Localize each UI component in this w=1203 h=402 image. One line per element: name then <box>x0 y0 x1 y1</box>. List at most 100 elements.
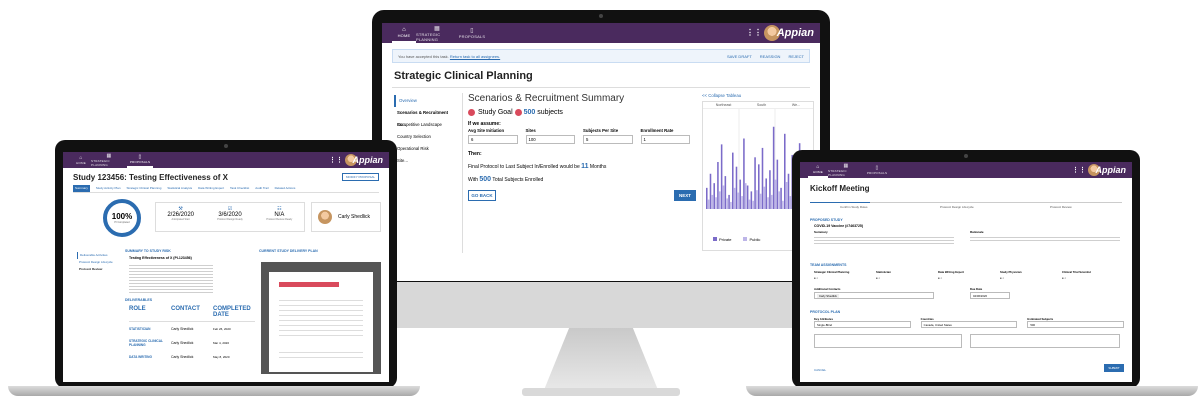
assumption-fields: Avg Site Initiation 6 Sites 100 Subjects P… <box>468 128 690 144</box>
nav-tab-home[interactable]: ⌂ HOME <box>71 152 91 168</box>
chart-bar[interactable] <box>733 187 736 209</box>
step-scenarios[interactable]: Scenarios & Recruitment Su... <box>394 107 458 127</box>
menu-item[interactable]: Protocol Review <box>77 266 117 273</box>
radio-yes[interactable]: ● ○ <box>938 276 1000 280</box>
sites-input[interactable]: 100 <box>525 135 575 144</box>
chart-bar[interactable] <box>713 183 715 209</box>
radio-yes[interactable]: ● ○ <box>876 276 938 280</box>
role-label: Strategic Clinical Planning <box>814 270 850 274</box>
reassign-button[interactable]: REASSIGN <box>760 54 781 59</box>
delivery-plan-preview[interactable] <box>261 262 381 374</box>
rationale-label: Rationale <box>970 230 984 234</box>
chart-bar[interactable] <box>728 194 730 209</box>
menu-item[interactable]: Protocol Design Lifecycle <box>77 259 117 266</box>
radio-yes[interactable]: ● ○ <box>814 276 876 280</box>
contact-cell[interactable]: Carly Shedlick <box>171 355 213 359</box>
go-back-button[interactable]: GO BACK <box>468 190 496 201</box>
chart-bar[interactable] <box>707 199 710 209</box>
grid-icon: ▦ <box>434 25 440 32</box>
contact-token[interactable]: Carly Shedlick <box>817 293 839 298</box>
button-label: GO BACK <box>471 193 493 198</box>
tab-data-writing[interactable]: Data Writing Expert <box>198 185 224 192</box>
role-radios: Strategic Clinical Planning ● ○ Statistic… <box>814 270 1124 280</box>
countries-select[interactable]: Canada, United States <box>920 321 1018 328</box>
radio-yes[interactable]: ● ○ <box>1062 276 1124 280</box>
tab-strategic-planning[interactable]: Strategic Clinical Planning <box>127 185 162 192</box>
button-label: NEXT <box>678 193 691 198</box>
side-menu: Deliverable Activities Protocol Design L… <box>77 252 117 273</box>
deliverables-heading: DELIVERABLES <box>125 298 153 302</box>
contacts-picker[interactable]: Carly Shedlick <box>814 292 934 299</box>
col-header-contact: CONTACT <box>171 306 200 312</box>
chart-bar[interactable] <box>726 198 728 209</box>
section-proposed-study: PROPOSED STUDY <box>810 218 843 222</box>
estimated-subjects-input[interactable]: 500 <box>1027 321 1125 328</box>
step-label: Competitive Landscape <box>397 122 442 127</box>
submit-button[interactable]: SUBMIT <box>1104 364 1124 372</box>
cancel-button[interactable]: CANCEL <box>814 368 826 372</box>
apps-grid-icon[interactable]: ⋮⋮ <box>746 28 762 37</box>
enrollment-rate-input[interactable]: 1 <box>640 135 690 144</box>
nav-tab-strategic-planning[interactable]: ▦ STRATEGIC PLANNING <box>828 162 864 178</box>
contact-cell[interactable]: Carly Shedlick <box>171 327 213 331</box>
return-task-link[interactable]: Return task to all assignees. <box>450 54 500 59</box>
step-overview[interactable]: Overview <box>394 95 458 107</box>
nav-tab-home[interactable]: ⌂ HOME <box>392 23 416 43</box>
avg-site-initiation-input[interactable]: 6 <box>468 135 518 144</box>
step-competitive[interactable]: Competitive Landscape <box>394 119 458 131</box>
subjects-per-site-input[interactable]: 5 <box>583 135 633 144</box>
chart-bar[interactable] <box>706 187 708 209</box>
chart-bar[interactable] <box>732 152 734 209</box>
nav-tab-home[interactable]: ⌂ HOME <box>808 162 828 178</box>
tab-study-activity[interactable]: Study Activity Plan <box>96 185 121 192</box>
notes-textarea[interactable] <box>814 334 962 348</box>
tab-task-checklist[interactable]: Task Checklist <box>230 185 249 192</box>
date-cell: Mar 4, 2020 <box>213 341 230 345</box>
step-progress: Confirm Study Roles Protocol Design Life… <box>810 202 1122 212</box>
chart-bar[interactable] <box>724 176 727 209</box>
nav-tab-proposals[interactable]: ▯ PROPOSALS <box>458 23 486 43</box>
tab-audit-trail[interactable]: Audit Trail <box>255 185 268 192</box>
radio-yes[interactable]: ● ○ <box>1000 276 1062 280</box>
key-attributes-select[interactable]: Single-Blind <box>814 321 911 328</box>
chart-bar[interactable] <box>720 144 723 209</box>
nav-tab-strategic-planning[interactable]: ▦ STRATEGIC PLANNING <box>416 23 458 43</box>
due-date-input[interactable]: 04/06/2020 <box>970 292 1010 299</box>
goal-prefix: Study Goal <box>478 109 513 116</box>
avatar <box>318 210 332 224</box>
notes-textarea-2[interactable] <box>970 334 1120 348</box>
result-text: With <box>468 177 478 183</box>
tab-statistical-analysis[interactable]: Statistical Analysis <box>167 185 192 192</box>
collapse-tableau-link[interactable]: << Collapse Tableau <box>702 93 741 98</box>
save-draft-button[interactable]: SAVE DRAFT <box>727 54 752 59</box>
nav-tab-proposals[interactable]: ▯ PROPOSALS <box>864 162 890 178</box>
nav-tab-strategic-planning[interactable]: ▦ STRATEGIC PLANNING <box>91 152 127 168</box>
next-button[interactable]: NEXT <box>674 190 696 201</box>
field-label: Enrollment Rate <box>640 128 674 133</box>
tab-summary[interactable]: Summary <box>73 185 90 192</box>
contact-cell[interactable]: Carly Shedlick <box>171 341 213 345</box>
role-label: Data Writing Expert <box>938 270 964 274</box>
result-subjects-value: 500 <box>479 176 492 183</box>
stat-label: Anticipated Start <box>171 218 190 221</box>
modify-proposal-button[interactable]: MODIFY PROPOSAL <box>342 173 379 181</box>
tab-related-actions[interactable]: Related Actions <box>275 185 296 192</box>
progress-label: PI Completed <box>114 221 130 224</box>
page-title: Study 123456: Testing Effectiveness of X <box>73 173 229 182</box>
chart-bar[interactable] <box>719 191 721 209</box>
field-label: Avg Site Initiation <box>468 128 505 133</box>
chart-bar[interactable] <box>715 197 717 209</box>
apps-grid-icon[interactable]: ⋮⋮ <box>329 156 343 164</box>
chart-bar[interactable] <box>711 194 714 209</box>
nav-tab-proposals[interactable]: ▯ PROPOSALS <box>127 152 153 168</box>
apps-grid-icon[interactable]: ⋮⋮ <box>1072 166 1086 174</box>
role-cell: DATA WRITING <box>129 355 152 359</box>
chart-bar[interactable] <box>717 162 719 209</box>
chart-bar[interactable] <box>709 173 712 209</box>
reject-button[interactable]: REJECT <box>788 54 804 59</box>
chart-bar[interactable] <box>730 201 732 209</box>
menu-item[interactable]: Deliverable Activities <box>77 252 117 259</box>
target-icon <box>514 109 522 116</box>
chart-bar[interactable] <box>722 185 725 210</box>
study-goal: Study Goal 500 subjects <box>468 109 563 116</box>
